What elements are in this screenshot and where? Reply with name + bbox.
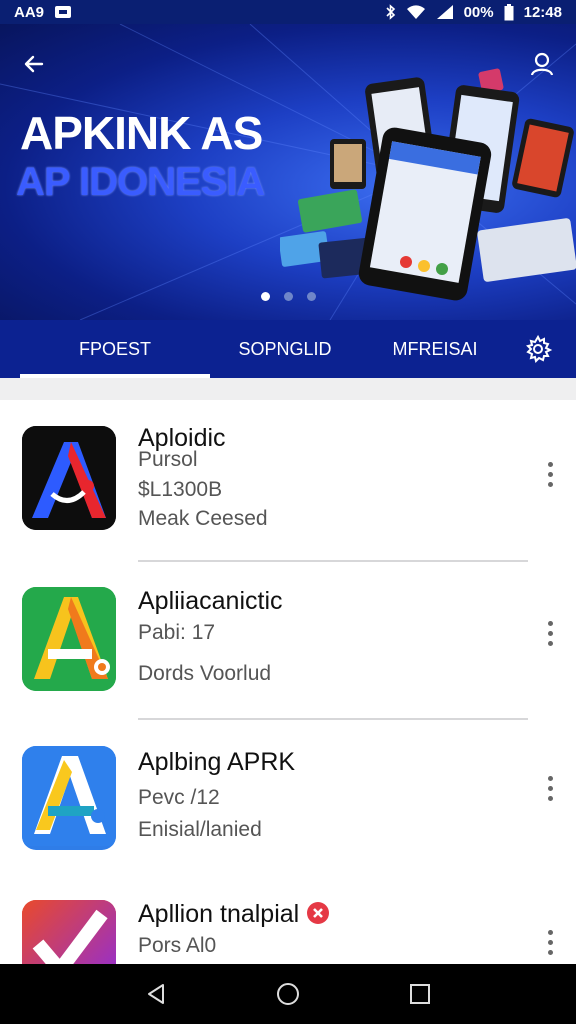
divider — [138, 560, 528, 562]
app-detail: Pevc /12 — [138, 786, 220, 809]
more-options-button[interactable] — [538, 768, 562, 808]
gear-icon — [526, 334, 553, 363]
red-blue-a-icon — [22, 426, 116, 530]
back-arrow-icon — [24, 55, 44, 73]
app-detail: Pursol — [138, 448, 198, 471]
wifi-icon — [406, 4, 426, 20]
tab-sopnglid[interactable]: SOPNGLID — [210, 320, 360, 378]
more-options-button[interactable] — [538, 454, 562, 494]
carousel-dot[interactable] — [260, 292, 270, 301]
app-list: Aploidic Pursol $L1300B Meak Ceesed Apli… — [0, 378, 576, 964]
system-nav-bar — [0, 964, 576, 1024]
hero-subtitle: AP IDONESIA — [16, 160, 265, 204]
nav-recents-button[interactable] — [390, 969, 450, 1019]
app-name: Aplbing APRK — [138, 748, 296, 776]
home-circle-icon — [277, 983, 299, 1005]
more-options-button[interactable] — [538, 922, 562, 962]
settings-button[interactable] — [510, 320, 566, 378]
back-triangle-icon — [148, 984, 164, 1004]
clock: 12:48 — [523, 3, 562, 21]
status-bar: AA9 00% 12:48 — [0, 0, 576, 24]
phones-illustration — [280, 68, 576, 301]
battery-icon — [504, 3, 514, 21]
hero-banner[interactable]: APKINK AS AP IDONESIA — [0, 24, 576, 320]
app-status: Dords Voorlud — [138, 662, 272, 685]
notification-icon — [54, 5, 72, 19]
tab-fpoest[interactable]: FPOEST — [20, 320, 210, 378]
back-arrow-button[interactable] — [16, 46, 52, 82]
bluetooth-icon — [386, 4, 396, 20]
app-name: Apllion tnalpial — [138, 900, 330, 929]
carousel-dot[interactable] — [283, 292, 293, 301]
app-detail: Pabi: 17 — [138, 621, 216, 644]
carousel-indicator — [0, 292, 576, 301]
carrier-label: AA9 — [14, 3, 45, 21]
tab-bar: FPOEST SOPNGLID MFREISAI — [0, 320, 576, 378]
divider — [138, 718, 528, 720]
recents-square-icon — [410, 984, 430, 1004]
nav-back-button[interactable] — [126, 969, 186, 1019]
signal-icon — [436, 4, 454, 20]
green-orange-a-icon — [22, 587, 116, 691]
app-detail: Pors Al0 — [138, 934, 217, 957]
blue-yellow-a-icon — [22, 746, 116, 850]
more-options-button[interactable] — [538, 613, 562, 653]
app-status: Enisial/lanied — [138, 818, 262, 841]
hero-title: APKINK AS — [20, 107, 263, 159]
carousel-dot[interactable] — [306, 292, 316, 301]
error-icon — [307, 902, 330, 924]
red-check-icon — [22, 900, 116, 964]
battery-percent: 00% — [463, 3, 494, 21]
app-price: $L1300B — [138, 478, 223, 501]
nav-home-button[interactable] — [258, 969, 318, 1019]
app-name: Apliiacanictic — [138, 587, 283, 615]
app-list-card: Aploidic Pursol $L1300B Meak Ceesed Apli… — [0, 400, 576, 964]
app-status: Meak Ceesed — [138, 507, 268, 530]
tab-mfreisai[interactable]: MFREISAI — [360, 320, 510, 378]
